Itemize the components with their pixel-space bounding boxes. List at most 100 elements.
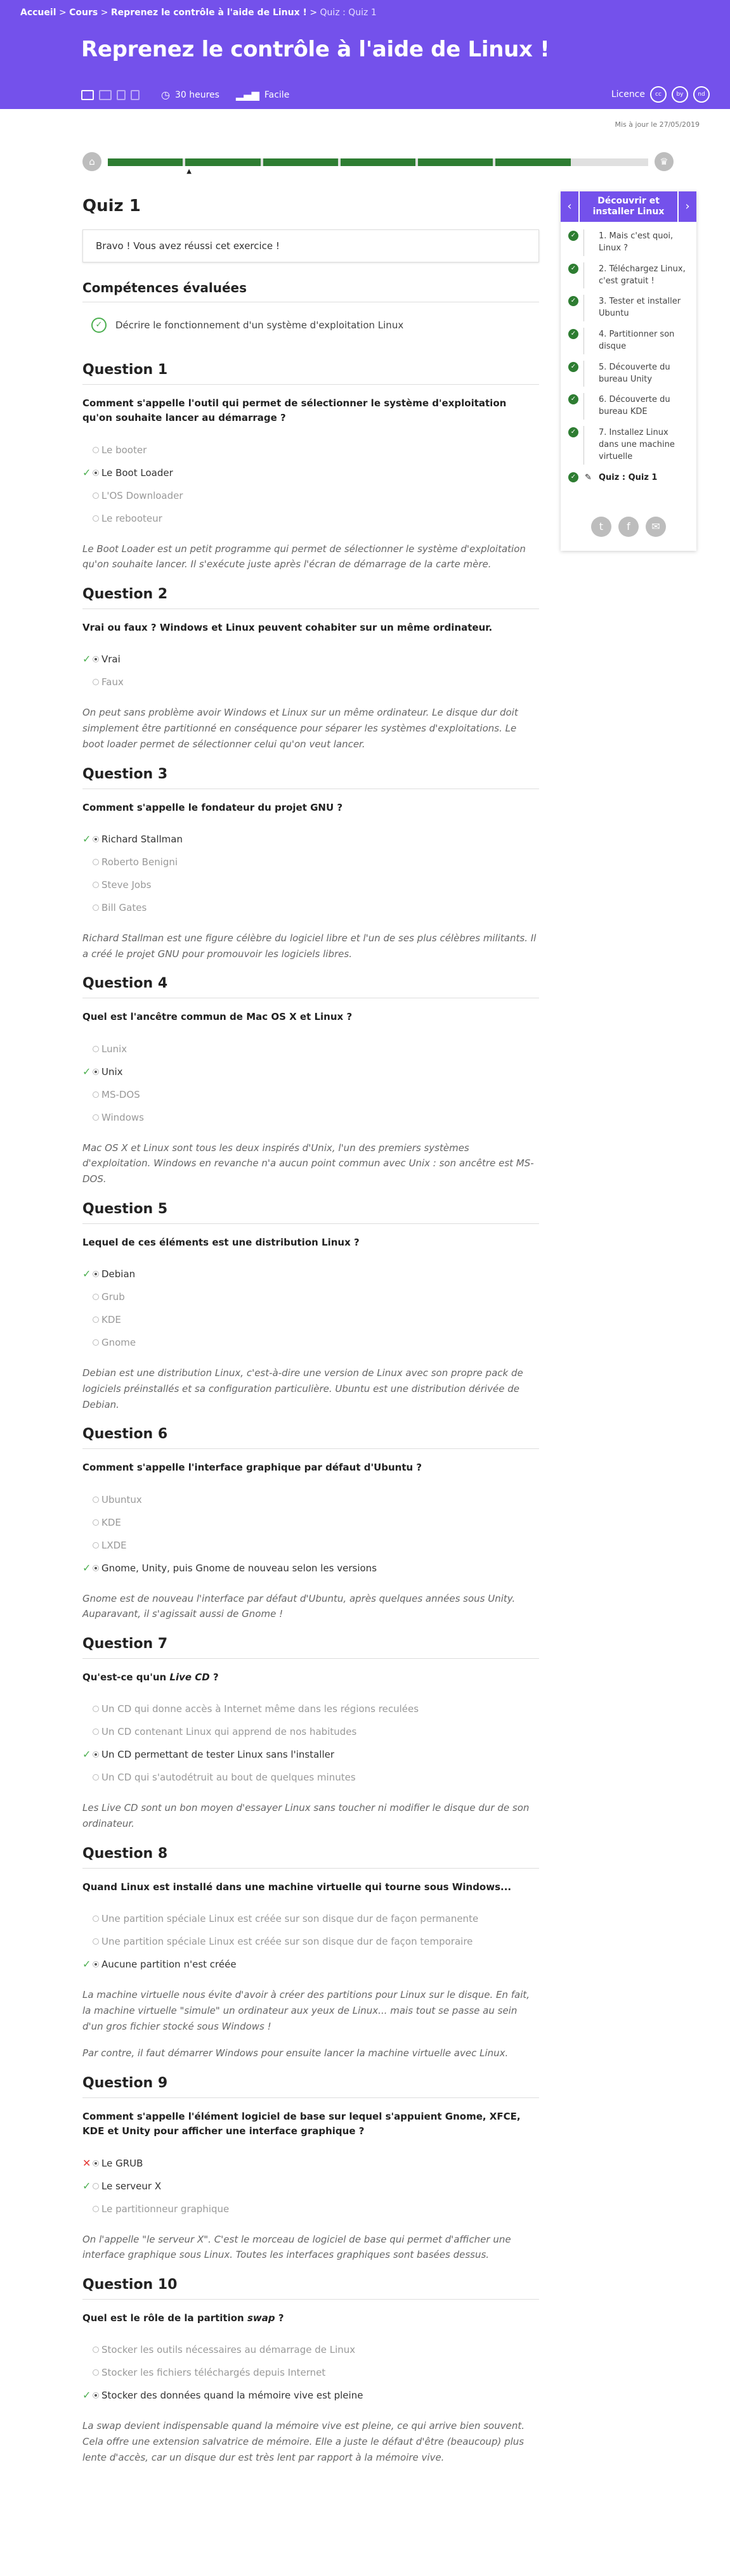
outline-item[interactable]: ✓ 6. Découverte du bureau KDE bbox=[568, 393, 688, 420]
answer-option[interactable]: Grub bbox=[82, 1285, 539, 1308]
answer-option[interactable]: ✓ Stocker des données quand la mémoire vi… bbox=[82, 2384, 539, 2407]
answer-option[interactable]: Lunix bbox=[82, 1038, 539, 1060]
timeline-line bbox=[583, 328, 584, 354]
outline-item[interactable]: ✓ 4. Partitionner son disque bbox=[568, 328, 688, 354]
radio-button[interactable] bbox=[93, 904, 99, 911]
radio-button[interactable] bbox=[93, 1774, 99, 1781]
answer-option[interactable]: Une partition spéciale Linux est créée s… bbox=[82, 1930, 539, 1953]
radio-button[interactable] bbox=[93, 1751, 99, 1758]
radio-button[interactable] bbox=[93, 1294, 99, 1300]
facebook-icon[interactable]: f bbox=[618, 517, 639, 537]
breadcrumb-course[interactable]: Reprenez le contrôle à l'aide de Linux ! bbox=[111, 8, 307, 18]
mail-icon[interactable]: ✉ bbox=[646, 517, 667, 537]
radio-button[interactable] bbox=[93, 1916, 99, 1922]
radio-button[interactable] bbox=[93, 1068, 99, 1075]
cc-icon[interactable]: cc bbox=[650, 86, 667, 103]
answer-option[interactable]: KDE bbox=[82, 1308, 539, 1331]
radio-button[interactable] bbox=[93, 1045, 99, 1052]
answer-option[interactable]: ✓ Gnome, Unity, puis Gnome de nouveau sel… bbox=[82, 1557, 539, 1580]
outline-item[interactable]: ✓ 1. Mais c'est quoi, Linux ? bbox=[568, 229, 688, 256]
radio-button[interactable] bbox=[93, 469, 99, 476]
chevron-right-icon[interactable]: › bbox=[679, 191, 696, 222]
outline-item[interactable]: ✓ 3. Tester et installer Ubuntu bbox=[568, 295, 688, 322]
radio-button[interactable] bbox=[93, 1519, 99, 1526]
answer-option[interactable]: ✓ Le Boot Loader bbox=[82, 461, 539, 484]
radio-button[interactable] bbox=[93, 2160, 99, 2167]
radio-button[interactable] bbox=[93, 1729, 99, 1736]
answer-option[interactable]: Le partitionneur graphique bbox=[82, 2198, 539, 2220]
outline-title[interactable]: Découvrir et installer Linux bbox=[580, 191, 677, 222]
radio-button[interactable] bbox=[93, 835, 99, 842]
radio-button[interactable] bbox=[93, 1317, 99, 1323]
radio-button[interactable] bbox=[93, 1706, 99, 1713]
radio-button[interactable] bbox=[93, 679, 99, 686]
radio-button[interactable] bbox=[93, 881, 99, 888]
cc-by-icon[interactable]: by bbox=[672, 86, 688, 103]
answer-label: Bill Gates bbox=[101, 901, 147, 913]
answer-option[interactable]: Ubuntux bbox=[82, 1488, 539, 1511]
radio-button[interactable] bbox=[93, 515, 99, 522]
chevron-left-icon[interactable]: ‹ bbox=[561, 191, 578, 222]
radio-button[interactable] bbox=[93, 1938, 99, 1945]
breadcrumb-courses[interactable]: Cours bbox=[69, 8, 98, 18]
answer-option[interactable]: Stocker les fichiers téléchargés depuis … bbox=[82, 2361, 539, 2384]
answer-option[interactable]: ✓ Le serveur X bbox=[82, 2175, 539, 2198]
radio-button[interactable] bbox=[93, 1564, 99, 1571]
radio-button[interactable] bbox=[93, 1271, 99, 1277]
twitter-icon[interactable]: t bbox=[590, 517, 611, 537]
radio-button[interactable] bbox=[93, 2392, 99, 2399]
progress-segment bbox=[495, 158, 571, 166]
cc-nd-icon[interactable]: nd bbox=[693, 86, 710, 103]
outline-item[interactable]: ✓ 5. Découverte du bureau Unity bbox=[568, 360, 688, 387]
radio-button[interactable] bbox=[93, 2347, 99, 2354]
answer-option[interactable]: Bill Gates bbox=[82, 896, 539, 919]
answer-label: Le booter bbox=[101, 444, 147, 456]
radio-button[interactable] bbox=[93, 1961, 99, 1967]
answer-option[interactable]: Steve Jobs bbox=[82, 873, 539, 896]
outline-item-label: 5. Découverte du bureau Unity bbox=[599, 362, 670, 384]
answer-option[interactable]: Le booter bbox=[82, 439, 539, 461]
clock-icon: ◷ bbox=[161, 89, 170, 101]
outline-item[interactable]: ✓ 7. Installez Linux dans une machine vir… bbox=[568, 426, 688, 465]
radio-button[interactable] bbox=[93, 1496, 99, 1503]
outline-item[interactable]: ✓ 2. Téléchargez Linux, c'est gratuit ! bbox=[568, 262, 688, 289]
radio-button[interactable] bbox=[93, 2182, 99, 2189]
answer-option[interactable]: Faux bbox=[82, 671, 539, 693]
answer-option[interactable]: MS-DOS bbox=[82, 1083, 539, 1106]
answer-option[interactable]: ✓ Vrai bbox=[82, 648, 539, 671]
answer-option[interactable]: Roberto Benigni bbox=[82, 851, 539, 873]
outline-item-quiz[interactable]: ✓ ✎ Quiz : Quiz 1 bbox=[568, 472, 688, 484]
home-icon[interactable]: ⌂ bbox=[82, 152, 101, 171]
answer-option[interactable]: ✓ Un CD permettant de tester Linux sans l… bbox=[82, 1743, 539, 1766]
outline-item-label: 6. Découverte du bureau KDE bbox=[599, 395, 670, 417]
answer-option[interactable]: ✓ Unix bbox=[82, 1060, 539, 1083]
answer-option[interactable]: Un CD qui s'autodétruit au bout de quelq… bbox=[82, 1766, 539, 1789]
breadcrumb-home[interactable]: Accueil bbox=[20, 8, 56, 18]
radio-button[interactable] bbox=[93, 492, 99, 499]
radio-button[interactable] bbox=[93, 2205, 99, 2212]
answer-option[interactable]: Le rebooteur bbox=[82, 507, 539, 530]
answer-option[interactable]: ✕ Le GRUB bbox=[82, 2152, 539, 2175]
answer-option[interactable]: Gnome bbox=[82, 1331, 539, 1354]
question-prompt: Vrai ou faux ? Windows et Linux peuvent … bbox=[82, 622, 493, 633]
radio-button[interactable] bbox=[93, 858, 99, 865]
trophy-icon[interactable]: ♛ bbox=[655, 152, 674, 171]
radio-button[interactable] bbox=[93, 1339, 99, 1346]
answer-option[interactable]: ✓ Aucune partition n'est créée bbox=[82, 1953, 539, 1976]
answer-option[interactable]: L'OS Downloader bbox=[82, 484, 539, 507]
radio-button[interactable] bbox=[93, 656, 99, 663]
answer-option[interactable]: ✓ Debian bbox=[82, 1263, 539, 1285]
answer-option[interactable]: Windows bbox=[82, 1106, 539, 1129]
answer-option[interactable]: ✓ Richard Stallman bbox=[82, 828, 539, 851]
answer-option[interactable]: Une partition spéciale Linux est créée s… bbox=[82, 1907, 539, 1930]
radio-button[interactable] bbox=[93, 1091, 99, 1098]
radio-button[interactable] bbox=[93, 1542, 99, 1549]
radio-button[interactable] bbox=[93, 1114, 99, 1121]
answer-option[interactable]: Stocker les outils nécessaires au démarr… bbox=[82, 2338, 539, 2361]
radio-button[interactable] bbox=[93, 2369, 99, 2376]
answer-option[interactable]: LXDE bbox=[82, 1534, 539, 1557]
answer-option[interactable]: KDE bbox=[82, 1511, 539, 1534]
radio-button[interactable] bbox=[93, 446, 99, 453]
answer-option[interactable]: Un CD contenant Linux qui apprend de nos… bbox=[82, 1720, 539, 1743]
answer-option[interactable]: Un CD qui donne accès à Internet même da… bbox=[82, 1697, 539, 1720]
